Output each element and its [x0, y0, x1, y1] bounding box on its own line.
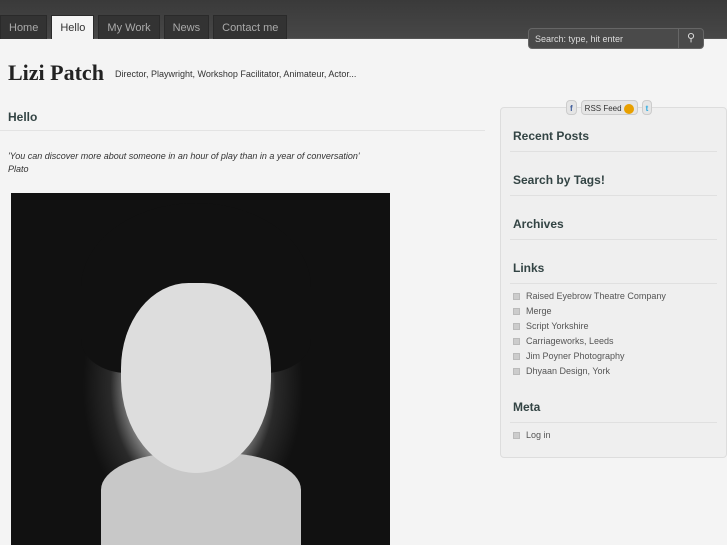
rss-label: RSS Feed [584, 104, 622, 113]
search-box: ⚲ [528, 28, 704, 49]
portrait-photo [11, 193, 390, 545]
link-item[interactable]: Dhyaan Design, York [513, 364, 726, 379]
quote: 'You can discover more about someone in … [8, 150, 360, 176]
main-nav: Home Hello My Work News Contact me [0, 15, 288, 39]
search-icon[interactable]: ⚲ [678, 29, 703, 48]
widget-tags: Search by Tags! [501, 166, 726, 196]
quote-author: Plato [8, 164, 29, 174]
divider [0, 130, 485, 131]
link-item[interactable]: Carriageworks, Leeds [513, 334, 726, 349]
widget-meta: Meta Log in [501, 393, 726, 443]
nav-news[interactable]: News [163, 15, 210, 39]
site-tagline: Director, Playwright, Workshop Facilitat… [115, 69, 357, 79]
search-input[interactable] [529, 29, 678, 48]
rss-feed-button[interactable]: RSS Feed [580, 100, 638, 115]
twitter-icon[interactable]: t [641, 100, 653, 115]
widget-recent-posts: Recent Posts [501, 122, 726, 152]
widget-title: Recent Posts [510, 122, 717, 152]
widget-links: Links Raised Eyebrow Theatre Company Mer… [501, 254, 726, 379]
rss-icon [623, 103, 634, 114]
nav-my-work[interactable]: My Work [98, 15, 160, 39]
login-link[interactable]: Log in [513, 428, 726, 443]
site-title[interactable]: Lizi Patch [8, 60, 104, 86]
link-item[interactable]: Merge [513, 304, 726, 319]
nav-hello[interactable]: Hello [51, 15, 95, 39]
page-title: Hello [8, 110, 38, 124]
sidebar: Recent Posts Search by Tags! Archives Li… [500, 107, 727, 458]
quote-text: 'You can discover more about someone in … [8, 151, 360, 161]
link-item[interactable]: Script Yorkshire [513, 319, 726, 334]
link-item[interactable]: Raised Eyebrow Theatre Company [513, 289, 726, 304]
nav-contact[interactable]: Contact me [213, 15, 288, 39]
widget-title: Meta [510, 393, 717, 423]
link-item[interactable]: Jim Poyner Photography [513, 349, 726, 364]
photo-face [121, 283, 271, 473]
widget-archives: Archives [501, 210, 726, 240]
facebook-icon[interactable]: f [566, 100, 577, 115]
widget-title: Links [510, 254, 717, 284]
social-links: f RSS Feed t [566, 100, 653, 115]
nav-home[interactable]: Home [0, 15, 48, 39]
widget-title: Search by Tags! [510, 166, 717, 196]
widget-title: Archives [510, 210, 717, 240]
